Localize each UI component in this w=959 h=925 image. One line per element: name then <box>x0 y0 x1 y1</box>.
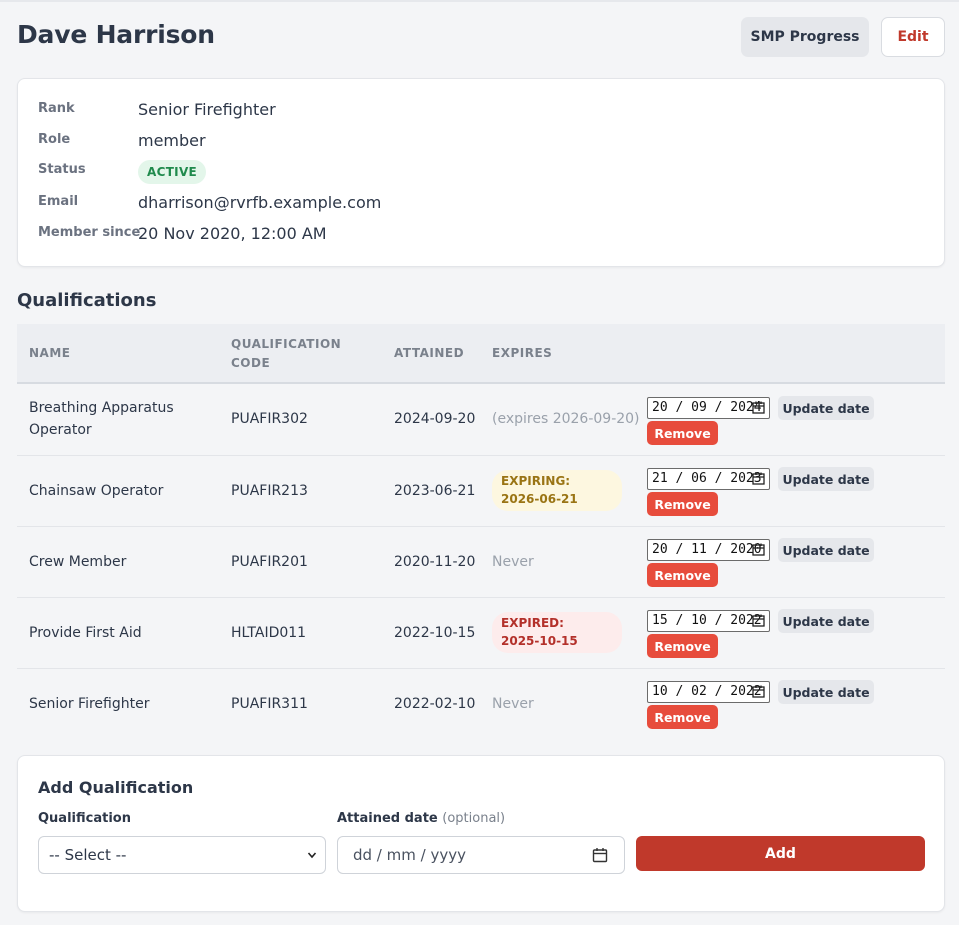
expires-text: Never <box>492 554 534 570</box>
attained-date-placeholder: dd / mm / yyyy <box>353 846 466 864</box>
status-badge: ACTIVE <box>138 160 207 184</box>
add-button[interactable]: Add <box>636 836 925 871</box>
remove-button[interactable]: Remove <box>647 492 718 516</box>
qualification-name: Senior Firefighter <box>29 696 150 712</box>
profile-row-role: Role member <box>38 131 918 156</box>
expiring-badge-label: EXPIRING: <box>501 474 571 488</box>
remove-button[interactable]: Remove <box>647 634 718 658</box>
member-since-value: 20 Nov 2020, 12:00 AM <box>138 224 327 243</box>
attained-date: 2020-11-20 <box>394 554 476 570</box>
qualification-code: PUAFIR201 <box>231 554 308 570</box>
chevron-down-icon <box>307 852 317 859</box>
calendar-icon <box>752 472 765 485</box>
qualification-name: Breathing Apparatus Operator <box>29 400 174 438</box>
remove-button[interactable]: Remove <box>647 563 718 587</box>
email-value: dharrison@rvrfb.example.com <box>138 193 382 212</box>
email-label: Email <box>38 194 79 209</box>
table-row: Provide First Aid HLTAID011 2022-10-15 E… <box>17 598 945 669</box>
table-row: Chainsaw Operator PUAFIR213 2023-06-21 E… <box>17 456 945 527</box>
row-date-value: 20 / 09 / 2024 <box>652 400 762 415</box>
update-date-button[interactable]: Update date <box>778 396 874 420</box>
add-qualification-card: Add Qualification Qualification -- Selec… <box>17 755 945 912</box>
update-date-button[interactable]: Update date <box>778 467 874 491</box>
table-row: Senior Firefighter PUAFIR311 2022-02-10 … <box>17 669 945 740</box>
role-value: member <box>138 131 206 150</box>
qualifications-title: Qualifications <box>17 290 157 311</box>
page-title: Dave Harrison <box>17 20 215 49</box>
role-label: Role <box>38 132 71 147</box>
rank-value: Senior Firefighter <box>138 100 276 119</box>
expiring-badge-date: 2026-06-21 <box>501 492 578 506</box>
row-date-input[interactable]: 21 / 06 / 2023 <box>647 468 770 490</box>
page: Dave Harrison SMP Progress Edit Rank Sen… <box>0 0 959 925</box>
row-date-value: 15 / 10 / 2022 <box>652 613 762 628</box>
optional-hint: (optional) <box>442 811 506 826</box>
column-header-attained: ATTAINED <box>394 346 465 360</box>
column-header-code-line1: QUALIFICATION <box>231 337 342 351</box>
rank-label: Rank <box>38 101 75 116</box>
row-date-value: 21 / 06 / 2023 <box>652 471 762 486</box>
expires-text: Never <box>492 696 534 712</box>
remove-button[interactable]: Remove <box>647 421 718 445</box>
qualification-select[interactable]: -- Select -- <box>38 836 326 874</box>
expiring-badge: EXPIRING: 2026-06-21 <box>492 470 622 511</box>
qualification-code: PUAFIR213 <box>231 483 308 499</box>
expired-badge-date: 2025-10-15 <box>501 634 578 648</box>
attained-date: 2024-09-20 <box>394 411 476 427</box>
expires-text: (expires 2026-09-20) <box>492 411 640 427</box>
table-row: Breathing Apparatus Operator PUAFIR302 2… <box>17 385 945 456</box>
profile-row-email: Email dharrison@rvrfb.example.com <box>38 193 918 218</box>
column-header-code-line2: CODE <box>231 356 271 370</box>
row-date-input[interactable]: 15 / 10 / 2022 <box>647 610 770 632</box>
attained-date-label-text: Attained date <box>337 811 438 826</box>
calendar-icon[interactable] <box>592 847 608 863</box>
row-date-input[interactable]: 10 / 02 / 2022 <box>647 681 770 703</box>
smp-progress-button[interactable]: SMP Progress <box>741 17 869 57</box>
profile-row-status: Status ACTIVE <box>38 160 918 186</box>
qualification-code: PUAFIR302 <box>231 411 308 427</box>
calendar-icon <box>752 614 765 627</box>
attained-date: 2022-10-15 <box>394 625 476 641</box>
qualification-code: HLTAID011 <box>231 625 307 641</box>
update-date-button[interactable]: Update date <box>778 538 874 562</box>
status-label: Status <box>38 162 86 177</box>
attained-date: 2023-06-21 <box>394 483 476 499</box>
qualification-code: PUAFIR311 <box>231 696 308 712</box>
table-header: NAME QUALIFICATION CODE ATTAINED EXPIRES <box>17 324 945 384</box>
remove-button[interactable]: Remove <box>647 705 718 729</box>
update-date-button[interactable]: Update date <box>778 680 874 704</box>
attained-date-field-label: Attained date (optional) <box>337 811 505 826</box>
edit-button[interactable]: Edit <box>881 17 945 57</box>
column-header-expires: EXPIRES <box>492 346 553 360</box>
attained-date: 2022-02-10 <box>394 696 476 712</box>
qualification-name: Provide First Aid <box>29 625 142 641</box>
row-date-value: 10 / 02 / 2022 <box>652 684 762 699</box>
row-date-input[interactable]: 20 / 09 / 2024 <box>647 397 770 419</box>
member-since-label: Member since <box>38 225 141 240</box>
calendar-icon <box>752 401 765 414</box>
expired-badge-label: EXPIRED: <box>501 616 564 630</box>
qualification-name: Crew Member <box>29 554 127 570</box>
calendar-icon <box>752 543 765 556</box>
add-qualification-title: Add Qualification <box>38 778 194 797</box>
row-date-input[interactable]: 20 / 11 / 2020 <box>647 539 770 561</box>
qualification-name: Chainsaw Operator <box>29 483 164 499</box>
page-header: Dave Harrison SMP Progress Edit <box>17 16 945 60</box>
update-date-button[interactable]: Update date <box>778 609 874 633</box>
table-row: Crew Member PUAFIR201 2020-11-20 Never 2… <box>17 527 945 598</box>
column-header-code: QUALIFICATION CODE <box>231 335 341 373</box>
row-date-value: 20 / 11 / 2020 <box>652 542 762 557</box>
profile-row-rank: Rank Senior Firefighter <box>38 100 918 125</box>
qualification-field-label: Qualification <box>38 811 131 826</box>
attained-date-input[interactable]: dd / mm / yyyy <box>337 836 625 874</box>
profile-card: Rank Senior Firefighter Role member Stat… <box>17 78 945 267</box>
column-header-name: NAME <box>29 346 71 360</box>
qualification-select-value: -- Select -- <box>49 846 127 864</box>
profile-row-member-since: Member since 20 Nov 2020, 12:00 AM <box>38 224 918 249</box>
expired-badge: EXPIRED: 2025-10-15 <box>492 612 622 653</box>
calendar-icon <box>752 685 765 698</box>
